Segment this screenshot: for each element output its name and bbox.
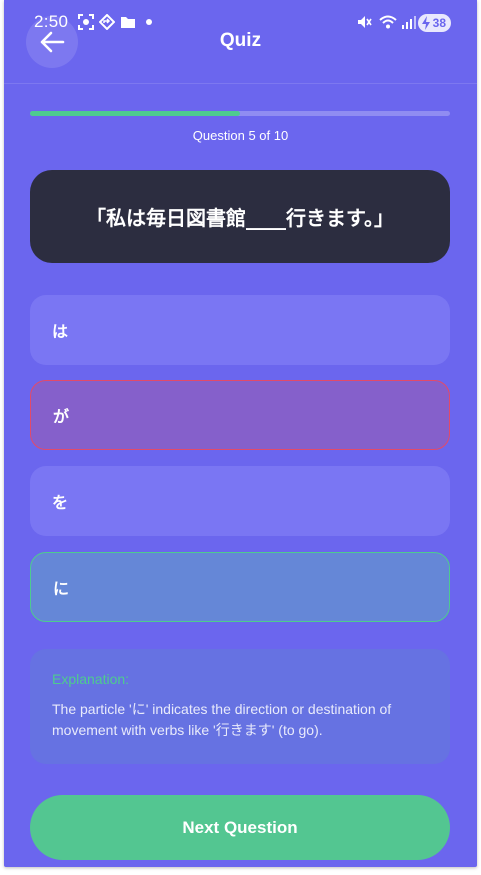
notification-dot-icon [146,19,152,25]
navigation-icon [99,14,115,30]
explanation-box: Explanation: The particle 'に' indicates … [30,649,450,764]
charging-bolt-icon [422,16,430,30]
next-question-button[interactable]: Next Question [30,795,450,860]
wifi-icon [379,15,397,29]
progress-label: Question 5 of 10 [192,128,289,143]
next-question-label: Next Question [182,817,298,837]
quiz-screen: Quiz 2:50 38 Question 5 of 10 「私は毎日図書館__… [4,0,477,867]
status-bar: 2:50 38 [4,10,477,36]
status-time: 2:50 [34,12,69,31]
answer-option-label: が [53,407,70,426]
signal-icon [402,16,416,29]
question-card: 「私は毎日図書館____行きます。」 [30,170,450,263]
mute-icon [358,16,372,28]
answer-option-label: は [52,322,69,341]
progress-bar-fill [30,111,240,116]
battery-level: 38 [432,16,446,30]
answer-option-label: を [52,493,69,512]
folder-icon [121,17,135,28]
explanation-text: The particle 'に' indicates the direction… [52,701,392,738]
answer-option-4-correct[interactable]: に [30,552,450,622]
answer-option-label: に [53,579,70,598]
explanation-title: Explanation: [52,671,130,687]
answer-option-3[interactable]: を [30,466,450,536]
progress-bar [30,111,450,116]
screenshot-icon [78,14,94,30]
answer-option-2-wrong[interactable]: が [30,380,450,450]
answer-option-1[interactable]: は [30,295,450,365]
question-text: 「私は毎日図書館____行きます。」 [86,206,394,230]
battery-indicator: 38 [418,14,451,32]
